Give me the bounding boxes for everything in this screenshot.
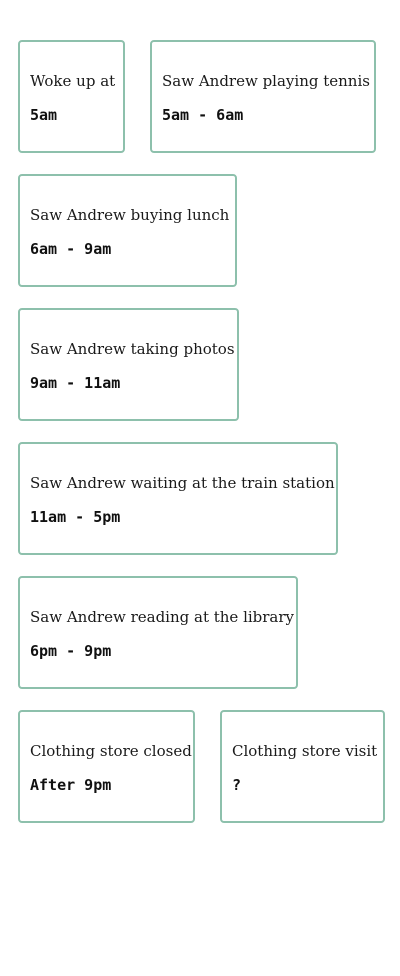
clue-time: 9am - 11am (30, 374, 121, 392)
clue-timeline: Woke up at 5am Saw Andrew playing tennis… (18, 40, 388, 823)
clue-time: 6pm - 9pm (30, 642, 112, 660)
clue-label: Saw Andrew playing tennis (162, 72, 370, 90)
clue-time: 5am (30, 106, 58, 124)
clue-card-library: Saw Andrew reading at the library 6pm - … (18, 576, 298, 689)
clue-label: Saw Andrew waiting at the train station (30, 474, 335, 492)
clue-card-lunch: Saw Andrew buying lunch 6am - 9am (18, 174, 237, 287)
clue-card-wake-up: Woke up at 5am (18, 40, 125, 153)
clue-label: Saw Andrew reading at the library (30, 608, 295, 626)
clue-card-photos: Saw Andrew taking photos 9am - 11am (18, 308, 239, 421)
clue-time: ? (232, 776, 242, 794)
clue-label: Clothing store closed (30, 742, 192, 760)
clue-time: 11am - 5pm (30, 508, 121, 526)
clue-card-store-closed: Clothing store closed After 9pm (18, 710, 195, 823)
clue-time: 6am - 9am (30, 240, 112, 258)
clue-card-train-station: Saw Andrew waiting at the train station … (18, 442, 338, 555)
clue-label: Saw Andrew buying lunch (30, 206, 230, 224)
clue-time: After 9pm (30, 776, 112, 794)
clue-label: Woke up at (30, 72, 116, 90)
clue-label: Saw Andrew taking photos (30, 340, 235, 358)
clue-card-tennis: Saw Andrew playing tennis 5am - 6am (150, 40, 376, 153)
clue-label: Clothing store visit (232, 742, 378, 760)
clue-time: 5am - 6am (162, 106, 244, 124)
clue-card-store-visit: Clothing store visit ? (220, 710, 385, 823)
